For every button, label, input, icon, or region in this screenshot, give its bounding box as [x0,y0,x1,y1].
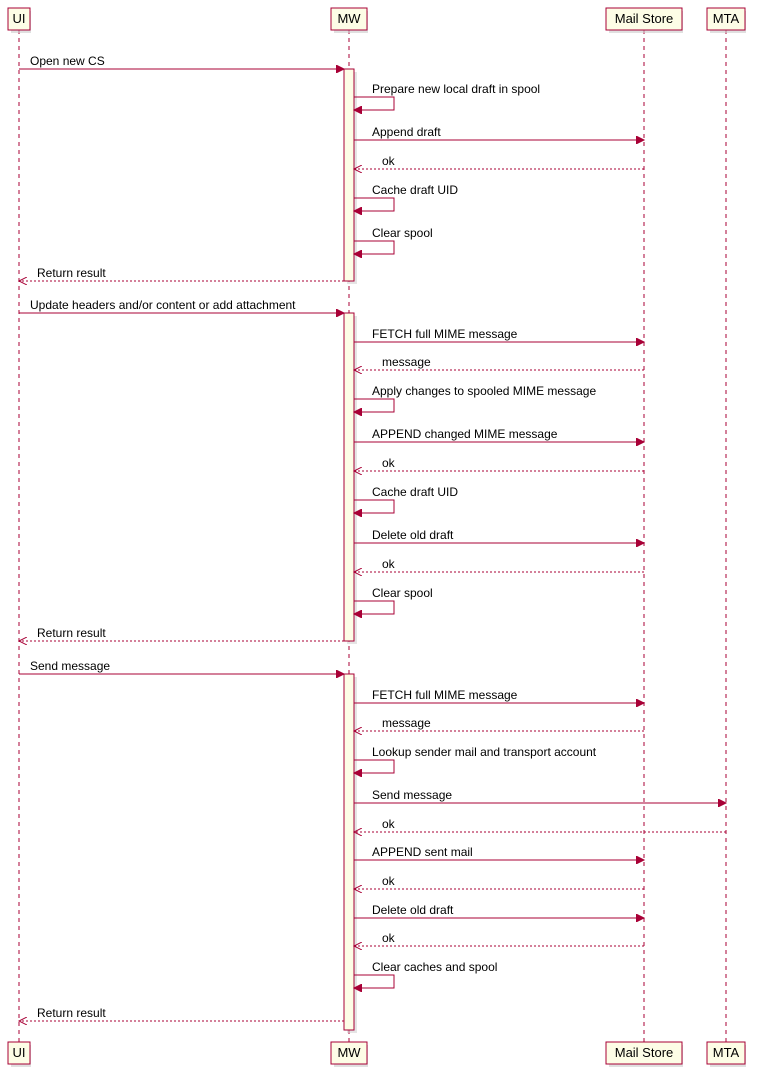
arrow-self-prepare-draft [354,97,394,110]
msg-label: Apply changes to spooled MIME message [372,384,596,398]
participant-mta-top: MTA [707,8,746,33]
participant-label: MW [337,1045,361,1060]
msg-label: message [382,716,431,730]
participant-label: UI [13,11,26,26]
participant-mw-top: MW [331,8,368,33]
msg-label: APPEND sent mail [372,845,473,859]
msg-label: Lookup sender mail and transport account [372,745,597,759]
msg-label: Cache draft UID [372,485,458,499]
msg-label: Clear spool [372,226,433,240]
participant-label: Mail Store [615,1045,674,1060]
arrow-self-clear-spool-1 [354,241,394,254]
arrow-self-clear-caches [354,975,394,988]
arrow-self-clear-spool-2 [354,601,394,614]
arrow-self-apply-changes [354,399,394,412]
msg-label: Send message [30,659,110,673]
msg-label: FETCH full MIME message [372,688,518,702]
activation-mw-2 [344,313,354,641]
arrow-self-cache-uid-1 [354,198,394,211]
msg-label: Clear spool [372,586,433,600]
participant-label: MTA [713,1045,740,1060]
participant-label: UI [13,1045,26,1060]
msg-label: Return result [37,266,106,280]
msg-label: Update headers and/or content or add att… [30,298,296,312]
msg-label: ok [382,874,396,888]
msg-label: ok [382,154,396,168]
msg-label: FETCH full MIME message [372,327,518,341]
msg-label: Return result [37,1006,106,1020]
participant-mta-bottom: MTA [707,1042,746,1067]
msg-label: ok [382,931,396,945]
msg-label: Prepare new local draft in spool [372,82,540,96]
arrow-self-cache-uid-2 [354,500,394,513]
msg-label: Return result [37,626,106,640]
msg-label: message [382,355,431,369]
participant-label: Mail Store [615,11,674,26]
msg-label: ok [382,817,396,831]
activation-mw-1 [344,69,354,281]
msg-label: ok [382,557,396,571]
participant-ui-top: UI [8,8,31,33]
msg-label: Cache draft UID [372,183,458,197]
sequence-diagram: UI MW Mail Store MTA UI MW Mail Store MT… [0,0,762,1086]
msg-label: ok [382,456,396,470]
msg-label: Send message [372,788,452,802]
participant-mailstore-top: Mail Store [606,8,683,33]
msg-label: Open new CS [30,54,105,68]
msg-label: Append draft [372,125,441,139]
msg-label: APPEND changed MIME message [372,427,558,441]
participant-mw-bottom: MW [331,1042,368,1067]
msg-label: Delete old draft [372,903,454,917]
activation-mw-3 [344,674,354,1030]
msg-label: Delete old draft [372,528,454,542]
participant-label: MW [337,11,361,26]
participant-ui-bottom: UI [8,1042,31,1067]
participant-label: MTA [713,11,740,26]
arrow-self-lookup-sender [354,760,394,773]
participant-mailstore-bottom: Mail Store [606,1042,683,1067]
msg-label: Clear caches and spool [372,960,497,974]
